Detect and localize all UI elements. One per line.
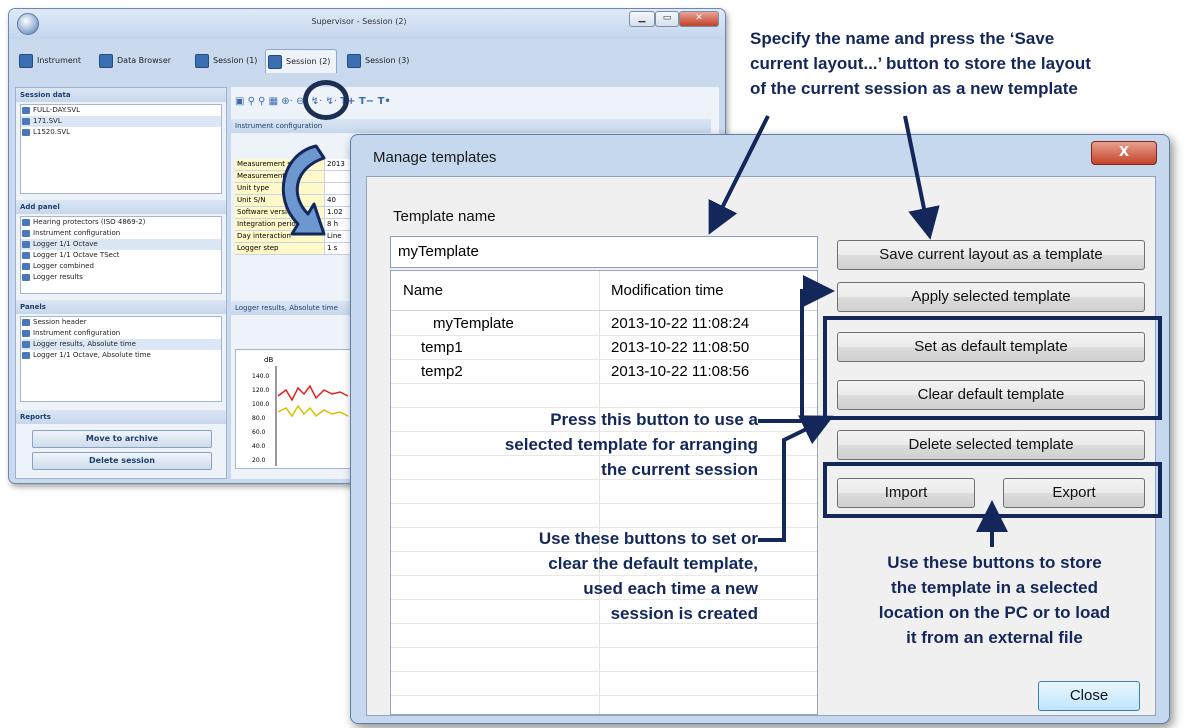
arrow-to-name-field [708,115,770,235]
annotation-arrows [708,115,1008,547]
arrow-to-save-button [903,115,940,240]
arrow-to-default-group [758,415,834,542]
arrow-to-apply-button [758,275,835,423]
arrow-lines [708,115,1008,547]
